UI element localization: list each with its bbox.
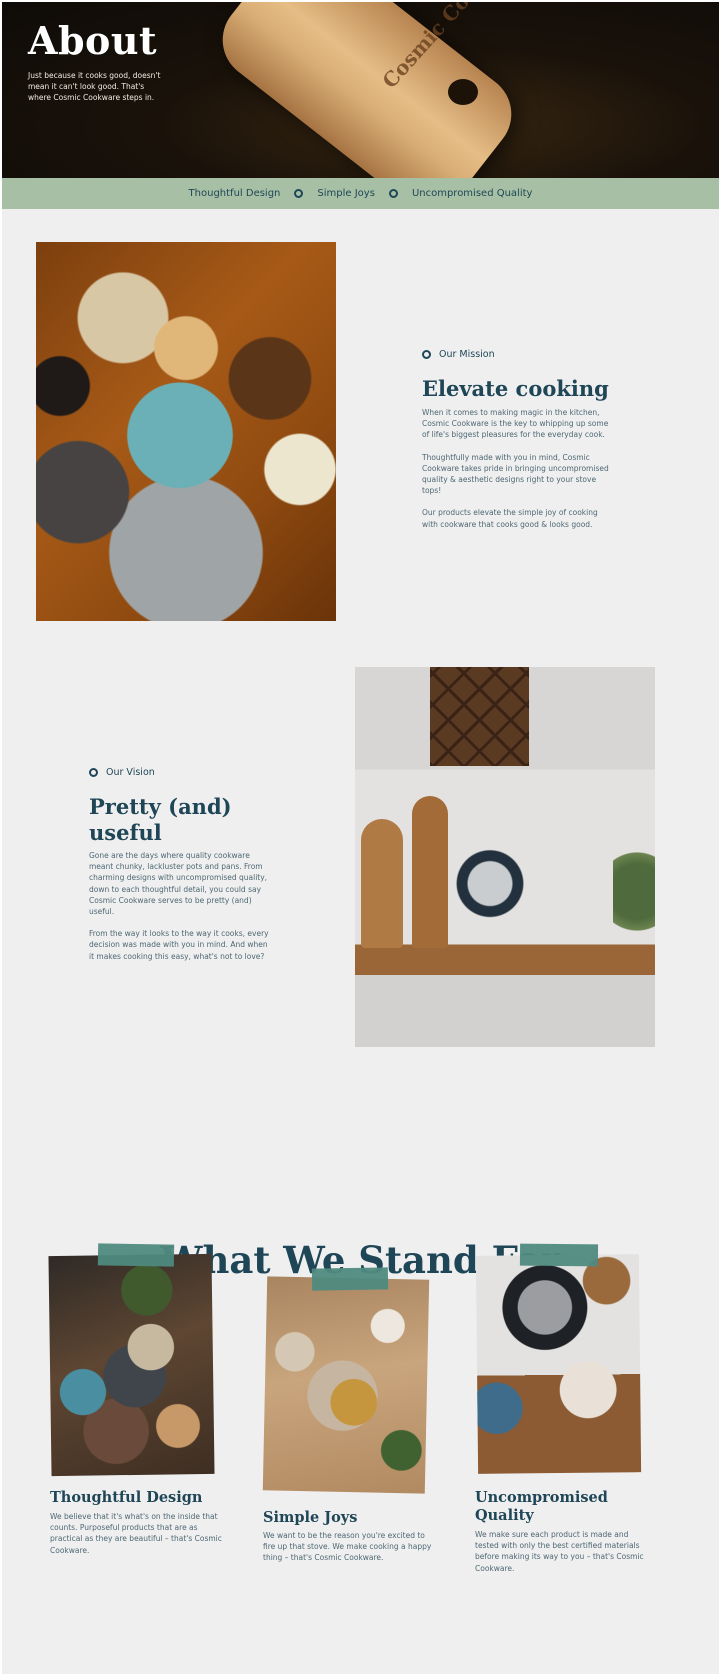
plant (613, 841, 655, 941)
tape-decoration (97, 1243, 175, 1267)
circle-bullet-icon (422, 350, 431, 359)
mission-photo-food-table (36, 242, 336, 621)
card-title-uncompromised-quality: Uncompromised Quality (475, 1489, 608, 1524)
mission-eyebrow-label: Our Mission (439, 349, 495, 360)
page-title: About (28, 18, 158, 63)
card-text-uncompromised-quality: We make sure each product is made and te… (475, 1530, 644, 1573)
vision-paragraph: From the way it looks to the way it cook… (89, 929, 269, 961)
tape-decoration (311, 1267, 389, 1291)
vision-text: Gone are the days where quality cookware… (89, 850, 269, 973)
mission-eyebrow: Our Mission (422, 349, 495, 360)
spoon-hole (448, 79, 478, 105)
card-photo-thoughtful-design (48, 1253, 215, 1477)
cutting-board (412, 796, 448, 949)
circle-bullet-icon (89, 768, 98, 777)
card-title-thoughtful-design: Thoughtful Design (50, 1489, 203, 1506)
band-item-simple-joys: Simple Joys (317, 188, 375, 199)
mission-text: When it comes to making magic in the kit… (422, 407, 612, 541)
mission-paragraph: When it comes to making magic in the kit… (422, 408, 609, 440)
tape-decoration (519, 1243, 599, 1267)
card-title-simple-joys: Simple Joys (263, 1509, 358, 1526)
band-item-uncompromised-quality: Uncompromised Quality (411, 188, 533, 199)
values-band: Thoughtful Design Simple Joys Uncompromi… (2, 178, 719, 209)
vision-photo-kitchen (355, 667, 655, 1047)
about-page: Cosmic Cookware About Just because it co… (2, 2, 719, 1674)
vision-paragraph: Gone are the days where quality cookware… (89, 851, 268, 917)
mission-paragraph: Our products elevate the simple joy of c… (422, 508, 598, 529)
card-text-thoughtful-design: We believe that it's what's on the insid… (50, 1512, 222, 1555)
card-text-simple-joys: We want to be the reason you're excited … (263, 1531, 432, 1563)
circle-bullet-icon (294, 189, 304, 198)
circle-bullet-icon (388, 189, 398, 198)
band-item-thoughtful-design: Thoughtful Design (188, 188, 281, 199)
hero-banner: Cosmic Cookware About Just because it co… (2, 2, 719, 178)
vision-eyebrow: Our Vision (89, 767, 155, 778)
card-photo-uncompromised-quality (475, 1254, 642, 1474)
mission-paragraph: Thoughtfully made with you in mind, Cosm… (422, 452, 609, 496)
hero-subtitle: Just because it cooks good, doesn't mean… (28, 71, 161, 102)
mission-title: Elevate cooking (422, 376, 609, 401)
vision-title: Pretty (and) useful (89, 794, 232, 845)
vision-eyebrow-label: Our Vision (106, 767, 155, 778)
wooden-spoon-image (206, 2, 528, 178)
card-photo-simple-joys (262, 1276, 430, 1494)
wine-rack (430, 667, 529, 766)
cutting-board (361, 819, 403, 949)
